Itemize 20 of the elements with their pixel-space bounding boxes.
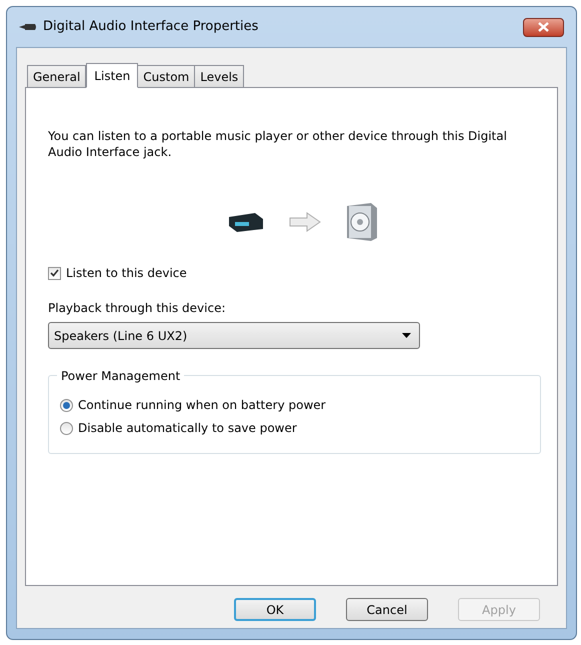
dialog-button[interactable]: Cancel <box>346 598 428 621</box>
tab[interactable]: General <box>27 65 86 87</box>
tab[interactable]: Levels <box>194 65 244 87</box>
playback-dropdown[interactable]: Speakers (Line 6 UX2) <box>48 322 420 349</box>
radio-option[interactable]: Disable automatically to save power <box>60 419 540 437</box>
audio-jack-icon <box>19 22 37 32</box>
arrow-icon <box>288 212 320 232</box>
dialog-button[interactable]: OK <box>234 598 316 621</box>
speaker-icon <box>344 202 378 242</box>
playback-label: Playback through this device: <box>48 300 226 317</box>
checkmark-icon <box>50 269 59 277</box>
dropdown-arrow-icon <box>402 333 411 338</box>
listen-checkbox[interactable]: Listen to this device <box>48 264 535 282</box>
tab[interactable]: Custom <box>137 65 196 87</box>
close-icon <box>538 22 549 32</box>
description-text: You can listen to a portable music player or other device through this Digital Audio Interface jack. <box>48 128 508 160</box>
tab[interactable]: Listen <box>86 63 138 88</box>
close-button[interactable] <box>523 18 564 36</box>
window-title: Digital Audio Interface Properties <box>43 18 258 36</box>
radio-option[interactable]: Continue running when on battery power <box>60 396 540 414</box>
